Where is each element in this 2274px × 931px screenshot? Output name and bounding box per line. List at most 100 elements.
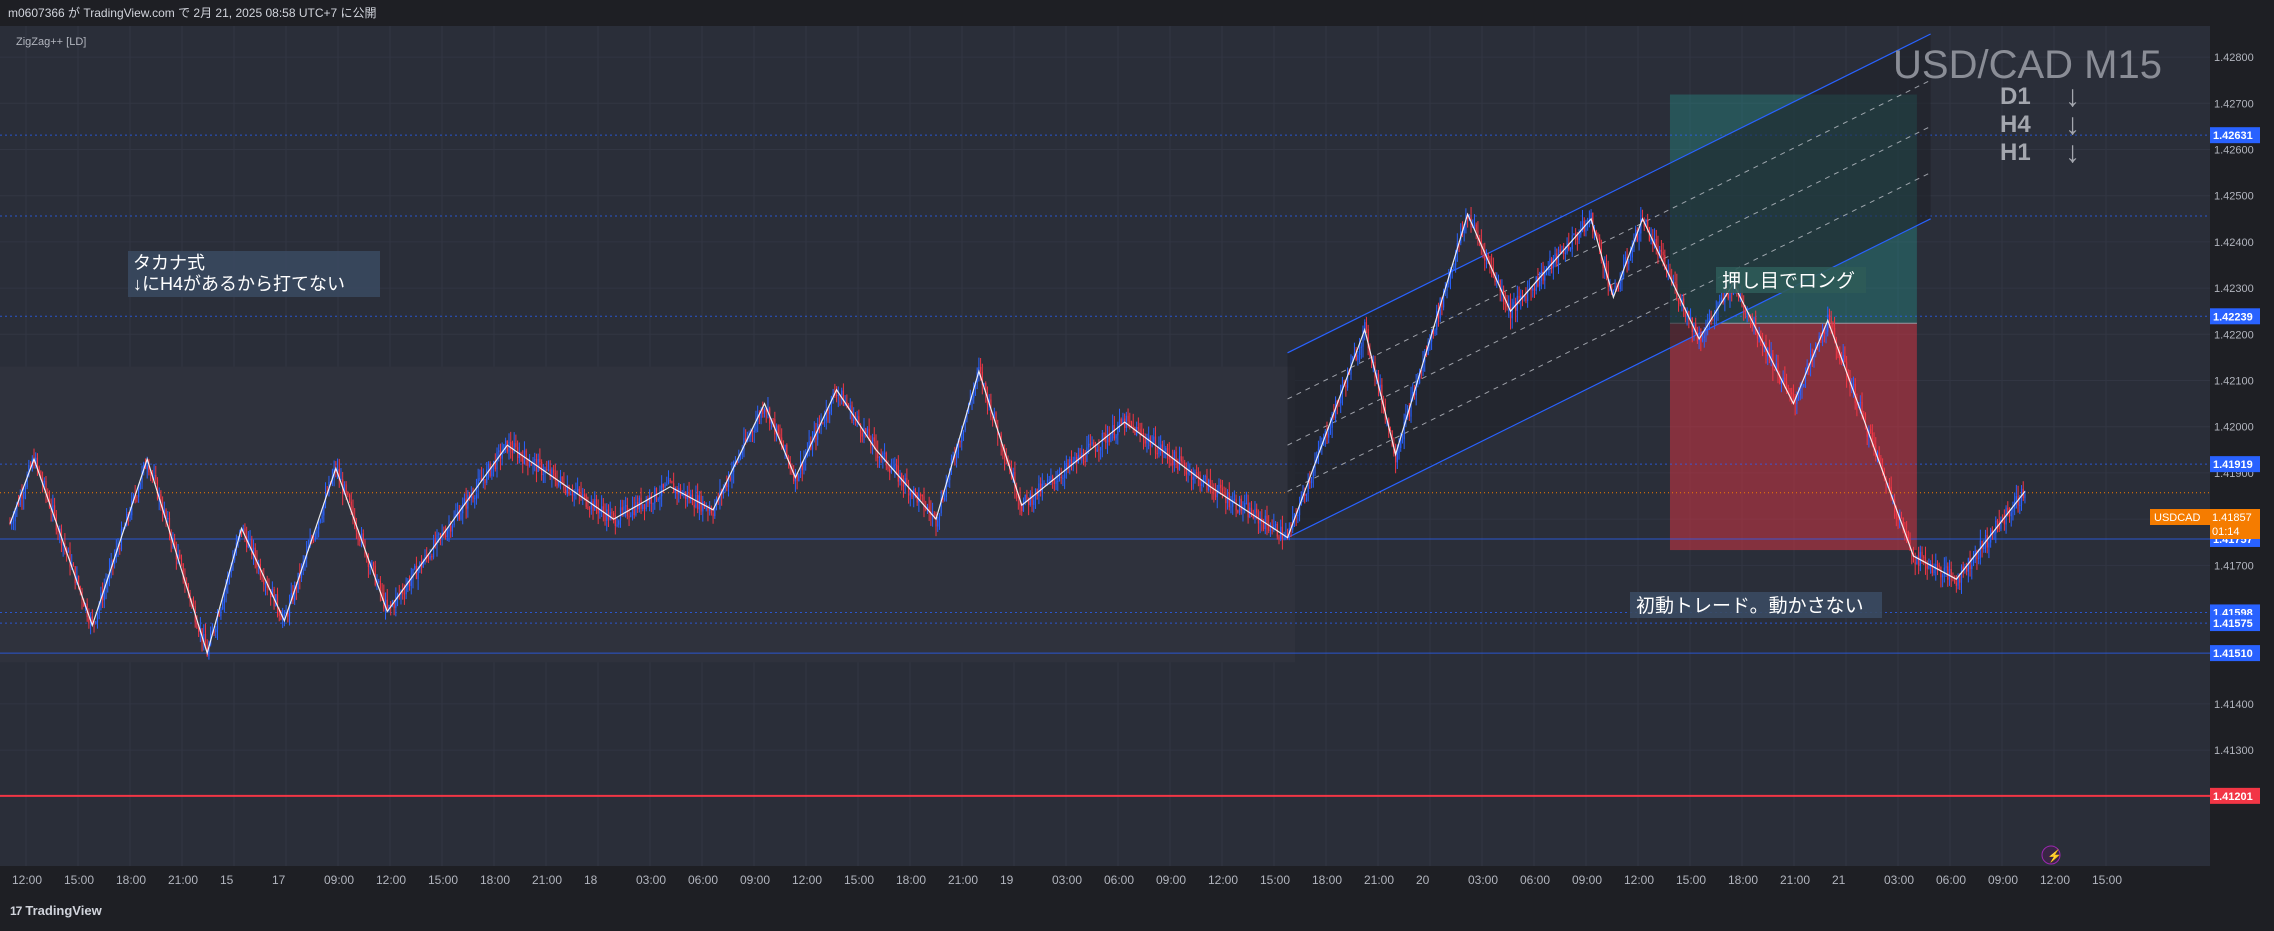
y-tick-label: 1.42300 (2214, 283, 2254, 295)
candle-body (429, 556, 431, 559)
candle-body (1094, 446, 1097, 452)
candle-body (530, 464, 532, 466)
candle-body (129, 515, 131, 519)
candle-body (1451, 269, 1453, 273)
candle-body (1935, 564, 1937, 570)
price-chart[interactable]: 1.42800 1.42700 1.42600 1.42500 1.42400 1.423… (0, 26, 2274, 893)
candle-body (1166, 448, 1169, 454)
candle-body (726, 483, 728, 488)
candle-body (1945, 566, 1947, 568)
candle-body (1245, 502, 1248, 504)
candle-body (57, 530, 59, 533)
candle-body (24, 487, 27, 493)
candle-body (72, 564, 75, 567)
candle-body (902, 482, 905, 487)
candle-body (1360, 346, 1362, 348)
long-label[interactable]: 押し目でロング (1716, 267, 1866, 293)
candle-body (1266, 515, 1268, 524)
candle-body (1310, 477, 1313, 484)
candle-body (906, 478, 908, 484)
candle-body (1950, 568, 1952, 576)
candle-body (1180, 456, 1182, 462)
candle-body (403, 593, 406, 595)
candle-body (1542, 270, 1544, 281)
candle-body (1888, 485, 1891, 487)
candle-body (628, 516, 630, 518)
candle-body (1127, 415, 1129, 422)
candle-body (96, 612, 99, 622)
candle-body (1084, 461, 1086, 463)
candle-body (180, 558, 183, 564)
candle-body (1396, 453, 1398, 463)
candle-body (556, 480, 558, 486)
candle-body (21, 495, 23, 499)
indicator-label[interactable]: ZigZag++ [LD] (16, 36, 86, 48)
candle-body (1993, 533, 1995, 535)
candle-body (835, 395, 838, 397)
candle-body (1895, 512, 1897, 517)
long-stop-zone[interactable] (1669, 323, 1917, 551)
candle-body (1379, 384, 1381, 389)
candle-body (2015, 496, 2017, 501)
candle-body (1156, 453, 1158, 455)
candle-body (280, 615, 282, 620)
trend-tf-h4: H4 (2000, 111, 2031, 138)
candle-body (635, 502, 637, 516)
candle-body (1262, 522, 1265, 530)
candle-body (1070, 459, 1073, 465)
x-tick-label: 15:00 (2092, 873, 2122, 887)
x-tick-label: 12:00 (376, 873, 406, 887)
x-tick-label: 06:00 (1936, 873, 1966, 887)
price-label-text: 1.41201 (2213, 791, 2253, 803)
candle-body (542, 474, 544, 476)
candle-body (669, 480, 671, 482)
candle-body (318, 521, 320, 530)
candle-body (616, 524, 618, 526)
candle-body (662, 483, 664, 488)
candle-body (1103, 432, 1105, 434)
candle-body (1677, 298, 1680, 303)
candle-body (582, 494, 584, 497)
candle-body (578, 488, 580, 493)
candle-body (661, 483, 663, 497)
candle-body (2003, 520, 2005, 525)
candle-body (1966, 567, 1968, 572)
candle-body (1160, 444, 1162, 448)
candle-body (1293, 514, 1296, 517)
candle-body (779, 434, 781, 438)
chart-area[interactable]: 1.42800 1.42700 1.42600 1.42500 1.42400 1.423… (0, 26, 2274, 893)
trade-label[interactable]: 初動トレード。動かさない (1630, 592, 1882, 618)
candle-body (1756, 334, 1759, 339)
candle-body (666, 484, 668, 486)
price-label-text: 1.42631 (2213, 130, 2253, 142)
x-tick-label: 06:00 (688, 873, 718, 887)
trade-label-text: 初動トレード。動かさない (1636, 595, 1864, 617)
candle-body (1237, 510, 1239, 513)
candle-body (1578, 234, 1580, 241)
candle-body (1130, 421, 1133, 426)
tradingview-logo[interactable]: 17 TradingView (10, 903, 102, 918)
candle-body (1058, 476, 1061, 481)
x-tick-label: 21 (1832, 873, 1846, 887)
candle-body (1679, 302, 1681, 305)
candle-body (589, 508, 591, 510)
candle-body (762, 409, 764, 414)
candle-body (319, 519, 321, 522)
candle-body (1942, 574, 1944, 578)
x-tick-label: 18:00 (1312, 873, 1342, 887)
candle-body (450, 525, 452, 532)
candle-body (438, 533, 440, 535)
candle-body (553, 469, 555, 474)
candle-body (1674, 281, 1676, 285)
candle-body (1785, 381, 1788, 388)
candle-body (1108, 436, 1110, 442)
alert-icon[interactable]: ⚡ (2041, 845, 2062, 865)
watermark-symbol: USD/CAD M15 (1893, 43, 2162, 87)
note-box[interactable]: タカナ式 ↓にH4があるから打てない (128, 251, 380, 297)
candle-body (1328, 433, 1330, 438)
candle-body (1955, 582, 1957, 586)
candle-body (1448, 280, 1450, 285)
candle-body (570, 494, 572, 496)
candle-body (1647, 220, 1649, 228)
candle-body (683, 491, 685, 494)
